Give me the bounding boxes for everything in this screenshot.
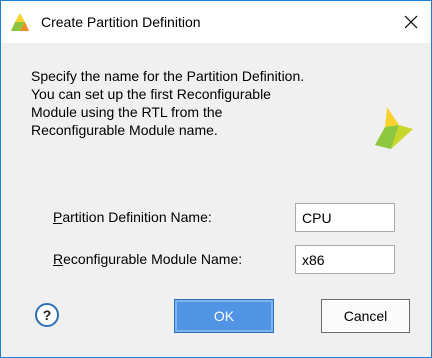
help-button[interactable]: ? <box>35 303 59 327</box>
description-line: Module using the RTL from the <box>31 104 223 120</box>
close-icon <box>404 15 418 29</box>
dialog-window: Create Partition Definition Specify the … <box>0 0 432 358</box>
window-title: Create Partition Definition <box>41 14 201 30</box>
description-text: Specify the name for the Partition Defin… <box>31 67 351 139</box>
partition-name-input[interactable] <box>295 203 395 232</box>
description-line: Specify the name for the Partition Defin… <box>31 68 305 84</box>
module-name-input[interactable] <box>295 245 395 274</box>
ok-button[interactable]: OK <box>174 299 274 333</box>
close-button[interactable] <box>391 1 431 43</box>
module-name-label: Reconfigurable Module Name: <box>53 251 243 267</box>
description-line: Reconfigurable Module name. <box>31 122 218 138</box>
description-line: You can set up the first Reconfigurable <box>31 86 271 102</box>
cancel-button[interactable]: Cancel <box>321 299 410 333</box>
xilinx-logo-icon <box>11 13 29 31</box>
xilinx-logo-icon <box>375 107 413 149</box>
title-bar[interactable]: Create Partition Definition <box>1 1 431 43</box>
help-icon: ? <box>42 307 52 323</box>
dialog-body: Specify the name for the Partition Defin… <box>1 43 431 357</box>
partition-name-label: Partition Definition Name: <box>53 209 212 225</box>
